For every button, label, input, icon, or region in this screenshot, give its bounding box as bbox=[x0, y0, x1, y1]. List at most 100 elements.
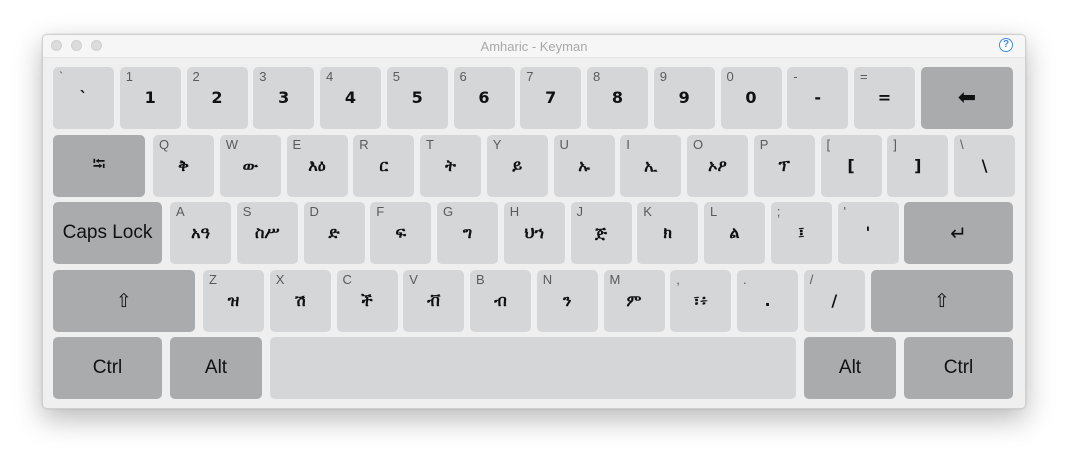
key-base-label: ህኀ bbox=[524, 223, 544, 242]
space-bar[interactable] bbox=[270, 337, 796, 399]
key-h[interactable]: H ህኀ bbox=[503, 202, 565, 264]
key-symbol-3-7[interactable]: , ፣፥ bbox=[670, 270, 732, 332]
right-shift-key[interactable]: ⇧ bbox=[871, 270, 1013, 332]
key-z[interactable]: Zዝ bbox=[203, 270, 264, 332]
key-1[interactable]: 11 bbox=[119, 67, 181, 129]
key-shift-label: 4 bbox=[326, 69, 334, 84]
key-shift-label: H bbox=[509, 204, 520, 219]
key-base-label: 3 bbox=[278, 88, 290, 107]
key-0[interactable]: 00 bbox=[720, 67, 782, 129]
key-shift-label: R bbox=[359, 137, 369, 152]
key-j[interactable]: Jጅ bbox=[570, 202, 632, 264]
key-n[interactable]: Nን bbox=[536, 270, 598, 332]
tab-key[interactable]: ⭾ bbox=[53, 135, 145, 197]
enter-key[interactable]: ↵ bbox=[904, 202, 1013, 264]
key-shift-label: ' bbox=[843, 204, 846, 219]
key-c[interactable]: Cች bbox=[336, 270, 398, 332]
key-p[interactable]: Pፕ bbox=[753, 135, 815, 197]
key-base-label: 9 bbox=[678, 88, 690, 107]
key-base-label: 2 bbox=[211, 88, 223, 107]
key-base-label: ይ bbox=[512, 156, 523, 175]
left-ctrl-key-label: Ctrl bbox=[92, 357, 123, 378]
backspace-key[interactable]: ⬅ bbox=[921, 67, 1013, 129]
key-base-label: ' bbox=[865, 223, 871, 242]
key-symbol-2-10[interactable]: ' ' bbox=[837, 202, 899, 264]
key-r[interactable]: Rር bbox=[353, 135, 415, 197]
key-symbol-1-12[interactable]: \ \ bbox=[954, 135, 1015, 197]
key-g[interactable]: Gግ bbox=[437, 202, 498, 264]
key-shift-label: 9 bbox=[659, 69, 667, 84]
left-alt-key-label: Alt bbox=[204, 357, 228, 378]
key-shift-label: 0 bbox=[726, 69, 734, 84]
key-base-label: ኢ bbox=[644, 156, 658, 175]
key-shift-label: G bbox=[443, 204, 454, 219]
key-symbol-2-9[interactable]: ; ፤ bbox=[770, 202, 832, 264]
key-u[interactable]: Uኡ bbox=[553, 135, 615, 197]
key-t[interactable]: Tት bbox=[420, 135, 481, 197]
keyman-window: Amharic - Keyman ? ` ` 1 1 2 2 3 3 4 4 5 5 6 6 7 7 8 8 9 9 0… bbox=[42, 34, 1026, 409]
key-base-label: ኦዖ bbox=[708, 156, 727, 175]
key-symbol-3-8[interactable]: .. bbox=[737, 270, 798, 332]
key-x[interactable]: Xሽ bbox=[269, 270, 331, 332]
key-symbol-0-0[interactable]: ` ` bbox=[53, 67, 114, 129]
key-e[interactable]: E እዕ bbox=[286, 135, 348, 197]
key-w[interactable]: Wው bbox=[219, 135, 281, 197]
key-9[interactable]: 99 bbox=[653, 67, 715, 129]
key-shift-label: \ bbox=[960, 137, 964, 152]
key-symbol-3-9[interactable]: / / bbox=[803, 270, 865, 332]
key-base-label: ቅ bbox=[178, 156, 189, 175]
key-base-label: 1 bbox=[144, 88, 156, 107]
key-shift-label: J bbox=[576, 204, 584, 219]
key-shift-label: 5 bbox=[392, 69, 400, 84]
key-base-label: ግ bbox=[462, 223, 473, 242]
key-8[interactable]: 88 bbox=[587, 67, 648, 129]
key-f[interactable]: Fፍ bbox=[370, 202, 432, 264]
key-symbol-1-11[interactable]: ]] bbox=[887, 135, 949, 197]
key-4[interactable]: 44 bbox=[320, 67, 381, 129]
shift-icon: ⇧ bbox=[934, 290, 950, 312]
key-b[interactable]: Bብ bbox=[470, 270, 531, 332]
key-symbol-0-11[interactable]: -- bbox=[787, 67, 849, 129]
key-a[interactable]: A አዓ bbox=[170, 202, 231, 264]
key-shift-label: 7 bbox=[526, 69, 534, 84]
key-base-label: ] bbox=[914, 156, 922, 175]
key-base-label: ፕ bbox=[778, 156, 790, 175]
key-shift-label: U bbox=[559, 137, 569, 152]
key-shift-label: 1 bbox=[125, 69, 133, 84]
key-i[interactable]: Iኢ bbox=[620, 135, 682, 197]
key-k[interactable]: Kክ bbox=[637, 202, 699, 264]
key-y[interactable]: Yይ bbox=[486, 135, 548, 197]
help-icon[interactable]: ? bbox=[999, 38, 1013, 52]
right-alt-key[interactable]: Alt bbox=[804, 337, 896, 399]
key-base-label: ው bbox=[242, 156, 258, 175]
left-alt-key[interactable]: Alt bbox=[170, 337, 262, 399]
key-shift-label: ; bbox=[776, 204, 781, 219]
key-shift-label: Z bbox=[209, 272, 217, 287]
key-d[interactable]: Dድ bbox=[303, 202, 365, 264]
key-base-label: 7 bbox=[545, 88, 557, 107]
key-base-label: [ bbox=[847, 156, 855, 175]
key-2[interactable]: 22 bbox=[186, 67, 248, 129]
caps-lock-key[interactable]: Caps Lock bbox=[53, 202, 162, 264]
key-base-label: ስሥ bbox=[254, 223, 280, 242]
key-6[interactable]: 66 bbox=[453, 67, 515, 129]
key-symbol-0-12[interactable]: = = bbox=[854, 67, 915, 129]
key-shift-label: E bbox=[292, 137, 302, 152]
key-base-label: / bbox=[831, 291, 838, 310]
key-m[interactable]: Mም bbox=[603, 270, 665, 332]
key-5[interactable]: 55 bbox=[386, 67, 448, 129]
key-base-label: 6 bbox=[478, 88, 490, 107]
key-o[interactable]: O ኦዖ bbox=[687, 135, 748, 197]
left-ctrl-key[interactable]: Ctrl bbox=[53, 337, 162, 399]
key-l[interactable]: Lል bbox=[704, 202, 765, 264]
left-shift-key[interactable]: ⇧ bbox=[53, 270, 195, 332]
key-base-label: . bbox=[764, 291, 771, 310]
key-s[interactable]: S ስሥ bbox=[236, 202, 298, 264]
key-base-label: አዓ bbox=[191, 223, 210, 242]
key-7[interactable]: 77 bbox=[520, 67, 582, 129]
key-v[interactable]: Vቭ bbox=[403, 270, 465, 332]
key-3[interactable]: 33 bbox=[253, 67, 315, 129]
key-symbol-1-10[interactable]: [[ bbox=[820, 135, 882, 197]
key-q[interactable]: Qቅ bbox=[153, 135, 214, 197]
right-ctrl-key[interactable]: Ctrl bbox=[904, 337, 1013, 399]
